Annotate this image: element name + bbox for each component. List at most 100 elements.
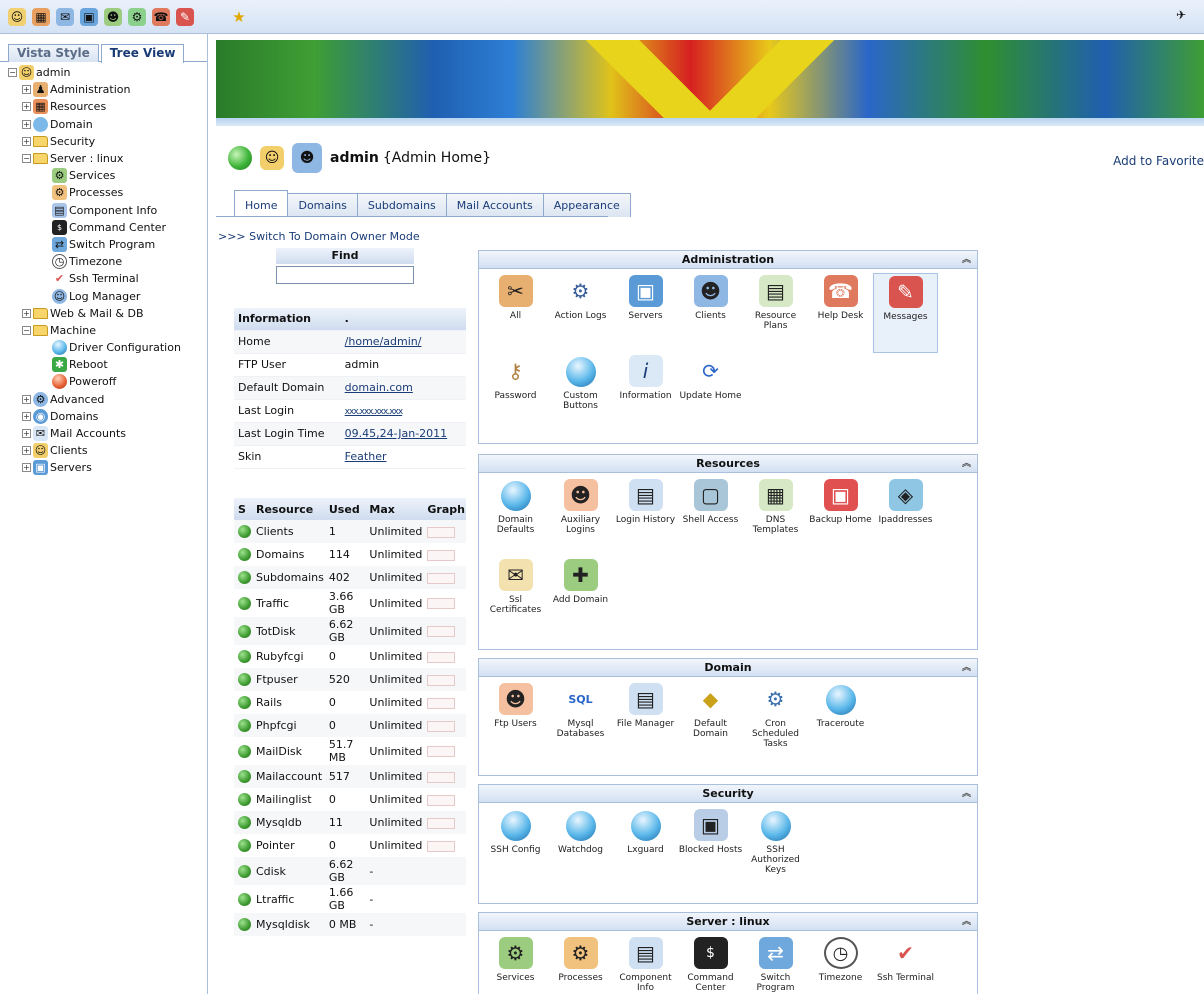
expand-icon[interactable]: + — [22, 308, 31, 318]
expand-icon[interactable]: + — [22, 446, 31, 456]
expand-icon[interactable]: + — [22, 136, 31, 146]
tab-appearance[interactable]: Appearance — [542, 193, 631, 217]
res-item-domain-defaults[interactable]: Domain Defaults — [483, 477, 548, 557]
security-item-blocked-hosts[interactable]: ▣ Blocked Hosts — [678, 807, 743, 887]
server-item-timezone[interactable]: ◷ Timezone — [808, 935, 873, 993]
expand-icon[interactable]: + — [22, 429, 31, 439]
res-item-auxiliary-logins[interactable]: ☻ Auxiliary Logins — [548, 477, 613, 557]
expand-icon[interactable]: + — [22, 394, 31, 404]
admin-item-all[interactable]: ✂ All — [483, 273, 548, 353]
tree-item-resources[interactable]: + ▦ Resources — [8, 98, 207, 115]
mail-icon[interactable]: ✉ — [56, 7, 74, 26]
tree-item-reboot[interactable]: ✱ Reboot — [8, 356, 207, 373]
tree-item-switch-program[interactable]: ⇄ Switch Program — [8, 236, 207, 253]
res-item-shell-access[interactable]: ▢ Shell Access — [678, 477, 743, 557]
admin-item-update-home[interactable]: ⟳ Update Home — [678, 353, 743, 433]
last-login-link[interactable]: xxx.xxx.xxx.xxx — [345, 407, 403, 417]
tab-subdomains[interactable]: Subdomains — [356, 193, 447, 217]
users-icon[interactable]: ☻ — [104, 7, 122, 26]
servers-icon[interactable]: ▣ — [80, 7, 98, 26]
tree-item-ssh-terminal[interactable]: ✔ Ssh Terminal — [8, 270, 207, 287]
add-to-favorite-link[interactable]: Add to Favorite — [1113, 154, 1204, 168]
server-item-component-info[interactable]: ▤ Component Info — [613, 935, 678, 993]
admin-item-resource-plans[interactable]: ▤ Resource Plans — [743, 273, 808, 353]
tree-item-clients[interactable]: + ☺ Clients — [8, 442, 207, 459]
tab-vista-style[interactable]: Vista Style — [8, 44, 99, 62]
expand-icon[interactable]: + — [22, 85, 31, 95]
domain-item-file-manager[interactable]: ▤ File Manager — [613, 681, 678, 761]
expand-icon[interactable]: + — [22, 411, 31, 421]
admin-item-action-logs[interactable]: ⚙ Action Logs — [548, 273, 613, 353]
default-domain-link[interactable]: domain.com — [345, 381, 413, 394]
collapse-section-icon[interactable]: ︽ — [962, 785, 971, 803]
tree-item-processes[interactable]: ⚙ Processes — [8, 184, 207, 201]
res-item-add-domain[interactable]: ✚ Add Domain — [548, 557, 613, 637]
tree-item-servers[interactable]: + ▣ Servers — [8, 459, 207, 476]
collapse-icon[interactable]: − — [8, 68, 17, 78]
collapse-icon[interactable]: − — [22, 154, 31, 164]
messages-icon[interactable]: ✎ — [176, 7, 194, 26]
expand-icon[interactable]: + — [22, 463, 31, 473]
server-item-ssh-terminal[interactable]: ✔ Ssh Terminal — [873, 935, 938, 993]
clients-icon[interactable]: ☺ — [8, 7, 26, 26]
last-login-time-link[interactable]: 09.45,24-Jan-2011 — [345, 427, 448, 440]
pin-icon[interactable]: ✈ — [1176, 8, 1194, 26]
tree-item-admin[interactable]: − ☺ admin — [8, 64, 207, 81]
tree-item-services[interactable]: ⚙ Services — [8, 167, 207, 184]
tree-item-administration[interactable]: + ♟ Administration — [8, 81, 207, 98]
tree-item-advanced[interactable]: + ⚙ Advanced — [8, 391, 207, 408]
domain-item-traceroute[interactable]: Traceroute — [808, 681, 873, 761]
tree-item-web-mail-db[interactable]: + Web & Mail & DB — [8, 305, 207, 322]
tree-item-component-info[interactable]: ▤ Component Info — [8, 202, 207, 219]
server-item-processes[interactable]: ⚙ Processes — [548, 935, 613, 993]
tab-mail-accounts[interactable]: Mail Accounts — [445, 193, 544, 217]
tab-tree-view[interactable]: Tree View — [100, 44, 185, 63]
favorite-star-icon[interactable]: ★ — [230, 8, 248, 26]
admin-item-messages[interactable]: ✎ Messages — [873, 273, 938, 353]
domain-item-ftp-users[interactable]: ☻ Ftp Users — [483, 681, 548, 761]
collapse-section-icon[interactable]: ︽ — [962, 913, 971, 931]
find-input[interactable] — [276, 266, 414, 284]
tab-domains[interactable]: Domains — [287, 193, 358, 217]
admin-item-help-desk[interactable]: ☎ Help Desk — [808, 273, 873, 353]
tree-item-driver-configuration[interactable]: Driver Configuration — [8, 339, 207, 356]
expand-icon[interactable]: + — [22, 119, 31, 129]
admin-item-password[interactable]: ⚷ Password — [483, 353, 548, 433]
tree-item-log-manager[interactable]: ☺ Log Manager — [8, 287, 207, 304]
collapse-section-icon[interactable]: ︽ — [962, 455, 971, 473]
admin-item-custom-buttons[interactable]: Custom Buttons — [548, 353, 613, 433]
admin-item-information[interactable]: i Information — [613, 353, 678, 433]
domain-item-cron-scheduled-tasks[interactable]: ⚙ Cron Scheduled Tasks — [743, 681, 808, 761]
helpdesk-icon[interactable]: ☎ — [152, 7, 170, 26]
home-path-link[interactable]: /home/admin/ — [345, 335, 422, 348]
server-item-switch-program[interactable]: ⇄ Switch Program — [743, 935, 808, 993]
admin-item-clients[interactable]: ☻ Clients — [678, 273, 743, 353]
server-item-command-center[interactable]: $ Command Center — [678, 935, 743, 993]
expand-icon[interactable]: + — [22, 102, 31, 112]
tab-home[interactable]: Home — [234, 190, 289, 217]
res-item-ipaddresses[interactable]: ◈ Ipaddresses — [873, 477, 938, 557]
machine-icon[interactable]: ⚙ — [128, 7, 146, 26]
collapse-section-icon[interactable]: ︽ — [962, 251, 971, 269]
res-item-dns-templates[interactable]: ▦ DNS Templates — [743, 477, 808, 557]
tree-item-timezone[interactable]: ◷ Timezone — [8, 253, 207, 270]
collapse-icon[interactable]: − — [22, 325, 31, 335]
security-item-lxguard[interactable]: Lxguard — [613, 807, 678, 887]
tree-item-security[interactable]: + Security — [8, 133, 207, 150]
collapse-section-icon[interactable]: ︽ — [962, 659, 971, 677]
tree-item-command-center[interactable]: $ Command Center — [8, 219, 207, 236]
tree-item-domain[interactable]: + Domain — [8, 116, 207, 133]
domain-item-default-domain[interactable]: ◆ Default Domain — [678, 681, 743, 761]
res-item-login-history[interactable]: ▤ Login History — [613, 477, 678, 557]
tree-item-poweroff[interactable]: Poweroff — [8, 373, 207, 390]
tree-item-server[interactable]: − Server : linux — [8, 150, 207, 167]
res-item-backup-home[interactable]: ▣ Backup Home — [808, 477, 873, 557]
admin-item-servers[interactable]: ▣ Servers — [613, 273, 678, 353]
server-item-services[interactable]: ⚙ Services — [483, 935, 548, 993]
tree-item-mail-accounts[interactable]: + ✉ Mail Accounts — [8, 425, 207, 442]
security-item-watchdog[interactable]: Watchdog — [548, 807, 613, 887]
security-item-ssh-authorized-keys[interactable]: SSH Authorized Keys — [743, 807, 808, 887]
security-item-ssh-config[interactable]: SSH Config — [483, 807, 548, 887]
switch-mode-link[interactable]: >>> Switch To Domain Owner Mode — [218, 230, 420, 243]
skin-link[interactable]: Feather — [345, 450, 387, 463]
